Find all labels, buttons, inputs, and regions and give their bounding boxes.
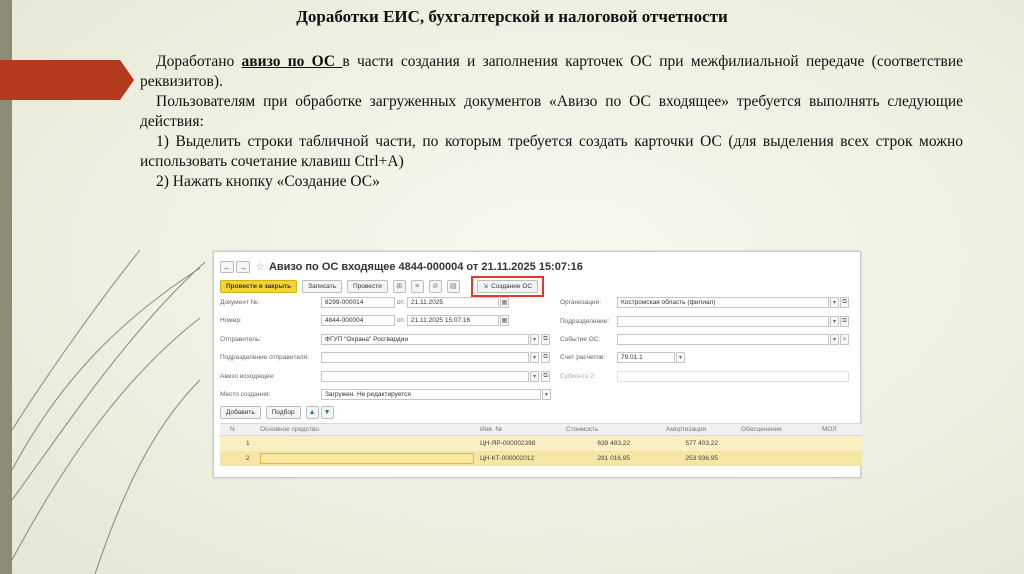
event-clear-icon[interactable]: × [840, 334, 849, 345]
row-amort: 253 936,95 [685, 455, 718, 462]
move-down-icon[interactable]: ▼ [320, 406, 334, 419]
row-n: 1 [246, 440, 250, 447]
asset-input[interactable] [260, 453, 474, 464]
col-n: N [230, 426, 235, 433]
document-icon[interactable]: ▤ [446, 279, 460, 293]
aviso-out-dropdown-icon[interactable]: ▾ [530, 371, 539, 382]
account-dropdown-icon[interactable]: ▾ [676, 352, 685, 363]
structure-icon[interactable]: ⊞ [392, 279, 406, 293]
row-inv: ЦН-ЯР-000002398 [480, 440, 536, 447]
row-amort: 577 403,22 [685, 440, 718, 447]
doc-date-from-label: от: [397, 299, 406, 306]
row-cost: 281 016,95 [597, 455, 630, 462]
calendar-icon[interactable]: ▦ [500, 297, 509, 308]
slide-body: Доработано авизо по ОС в части создания … [140, 52, 963, 192]
paragraph-3: 1) Выделить строки табличной части, по к… [140, 133, 963, 170]
col-inv: Инв. № [480, 426, 503, 433]
sender-dept-field[interactable] [321, 352, 529, 363]
p1-lead: Доработано [156, 53, 242, 70]
dept-label: Подразделение: [560, 318, 610, 325]
number-field[interactable]: 4844-000004 [321, 315, 395, 326]
aviso-window: ← → ☆ Авизо по ОС входящее 4844-000004 о… [213, 251, 862, 478]
aviso-out-label: Авизо исходящее: [220, 373, 275, 380]
col-cost: Стоимость [566, 426, 599, 433]
doc-date-field[interactable]: 21.11.2025 [407, 297, 499, 308]
create-os-label: Создание ОС [491, 282, 533, 290]
aviso-out-field[interactable] [321, 371, 529, 382]
org-label: Организация: [560, 299, 602, 306]
dt-kt-icon[interactable]: ≡ [410, 279, 424, 293]
move-up-icon[interactable]: ▲ [305, 406, 319, 419]
aviso-out-open-icon[interactable]: ⧉ [541, 371, 550, 382]
create-os-highlight: ⇲ Создание ОС [470, 275, 545, 297]
table-toolbar: Добавить Подбор ▲ ▼ [220, 406, 339, 419]
place-field[interactable]: Загружен. Не редактируется [321, 389, 541, 400]
sender-dept-label: Подразделение отправителя: [220, 354, 309, 361]
attach-icon[interactable]: ⊘ [428, 279, 442, 293]
number-label: Номер: [220, 317, 242, 324]
red-ribbon-marker [0, 60, 134, 100]
place-dropdown-icon[interactable]: ▾ [542, 389, 551, 400]
sender-label: Отправитель: [220, 336, 262, 343]
dept-dropdown-icon[interactable]: ▾ [830, 316, 839, 327]
select-button[interactable]: Подбор [265, 406, 301, 419]
org-open-icon[interactable]: ⧉ [840, 297, 849, 308]
event-dropdown-icon[interactable]: ▾ [830, 334, 839, 345]
add-row-button[interactable]: Добавить [220, 406, 261, 419]
window-title: Авизо по ОС входящее 4844-000004 от 21.1… [268, 261, 583, 273]
create-os-icon: ⇲ [482, 283, 489, 290]
event-field[interactable] [617, 334, 829, 345]
calendar-icon-2[interactable]: ▦ [500, 315, 509, 326]
paragraph-1: Доработано авизо по ОС в части создания … [140, 52, 963, 92]
account-label: Счет расчетов: [560, 354, 606, 361]
window-titlebar: ← → ☆ Авизо по ОС входящее 4844-000004 о… [220, 260, 854, 274]
table-row[interactable]: 2 ЦН-КТ-000002012 281 016,95 253 936,95 [220, 451, 862, 466]
forward-button[interactable]: → [236, 261, 250, 273]
sender-dept-open-icon[interactable]: ⧉ [541, 352, 550, 363]
subconto-field[interactable] [617, 371, 849, 382]
org-field[interactable]: Костромская область (филиал) [617, 297, 829, 308]
save-button[interactable]: Записать [302, 279, 342, 293]
paragraph-2: Пользователям при обработке загруженных … [140, 93, 963, 130]
favorite-star-icon[interactable]: ☆ [256, 262, 265, 273]
row-n: 2 [246, 455, 250, 462]
row-cost: 639 483,22 [597, 440, 630, 447]
row-inv: ЦН-КТ-000002012 [480, 455, 535, 462]
table-row[interactable]: 1 ЦН-ЯР-000002398 639 483,22 577 403,22 [220, 436, 862, 451]
col-impairment: Обесценение [741, 426, 782, 433]
toolbar: Провести и закрыть Записать Провести ⊞ ≡… [220, 275, 854, 297]
event-label: Событие ОС: [560, 336, 601, 343]
col-amort: Амортизация [666, 426, 706, 433]
number-date-field[interactable]: 21.11.2025 15:07:16 [407, 315, 499, 326]
slide-title: Доработки ЕИС, бухгалтерской и налоговой… [296, 7, 728, 26]
dept-field[interactable] [617, 316, 829, 327]
sender-dept-dropdown-icon[interactable]: ▾ [530, 352, 539, 363]
sender-field[interactable]: ФГУП "Охрана" Росгвардии [321, 334, 529, 345]
col-mol: МОЛ [822, 426, 837, 433]
back-button[interactable]: ← [220, 261, 234, 273]
subconto-label: Субконто 2: [560, 373, 596, 380]
col-asset: Основное средство [260, 426, 319, 433]
post-button[interactable]: Провести [346, 279, 388, 293]
post-and-close-button[interactable]: Провести и закрыть [220, 279, 298, 293]
number-date-from-label: от: [397, 317, 406, 324]
org-dropdown-icon[interactable]: ▾ [830, 297, 839, 308]
sender-open-icon[interactable]: ⧉ [541, 334, 550, 345]
account-field[interactable]: 79.01.1 [617, 352, 675, 363]
doc-no-label: Документ №: [220, 299, 260, 306]
table-header: N Основное средство Инв. № Стоимость Амо… [220, 423, 862, 436]
assets-table: N Основное средство Инв. № Стоимость Амо… [220, 423, 862, 466]
sender-dropdown-icon[interactable]: ▾ [530, 334, 539, 345]
paragraph-4: 2) Нажать кнопку «Создание ОС» [156, 173, 380, 190]
doc-no-field[interactable]: 8299-000014 [321, 297, 395, 308]
dept-open-icon[interactable]: ⧉ [840, 316, 849, 327]
place-label: Место создания: [220, 391, 271, 398]
create-os-button[interactable]: ⇲ Создание ОС [476, 279, 539, 293]
aviso-link[interactable]: авизо по ОС [242, 53, 343, 70]
